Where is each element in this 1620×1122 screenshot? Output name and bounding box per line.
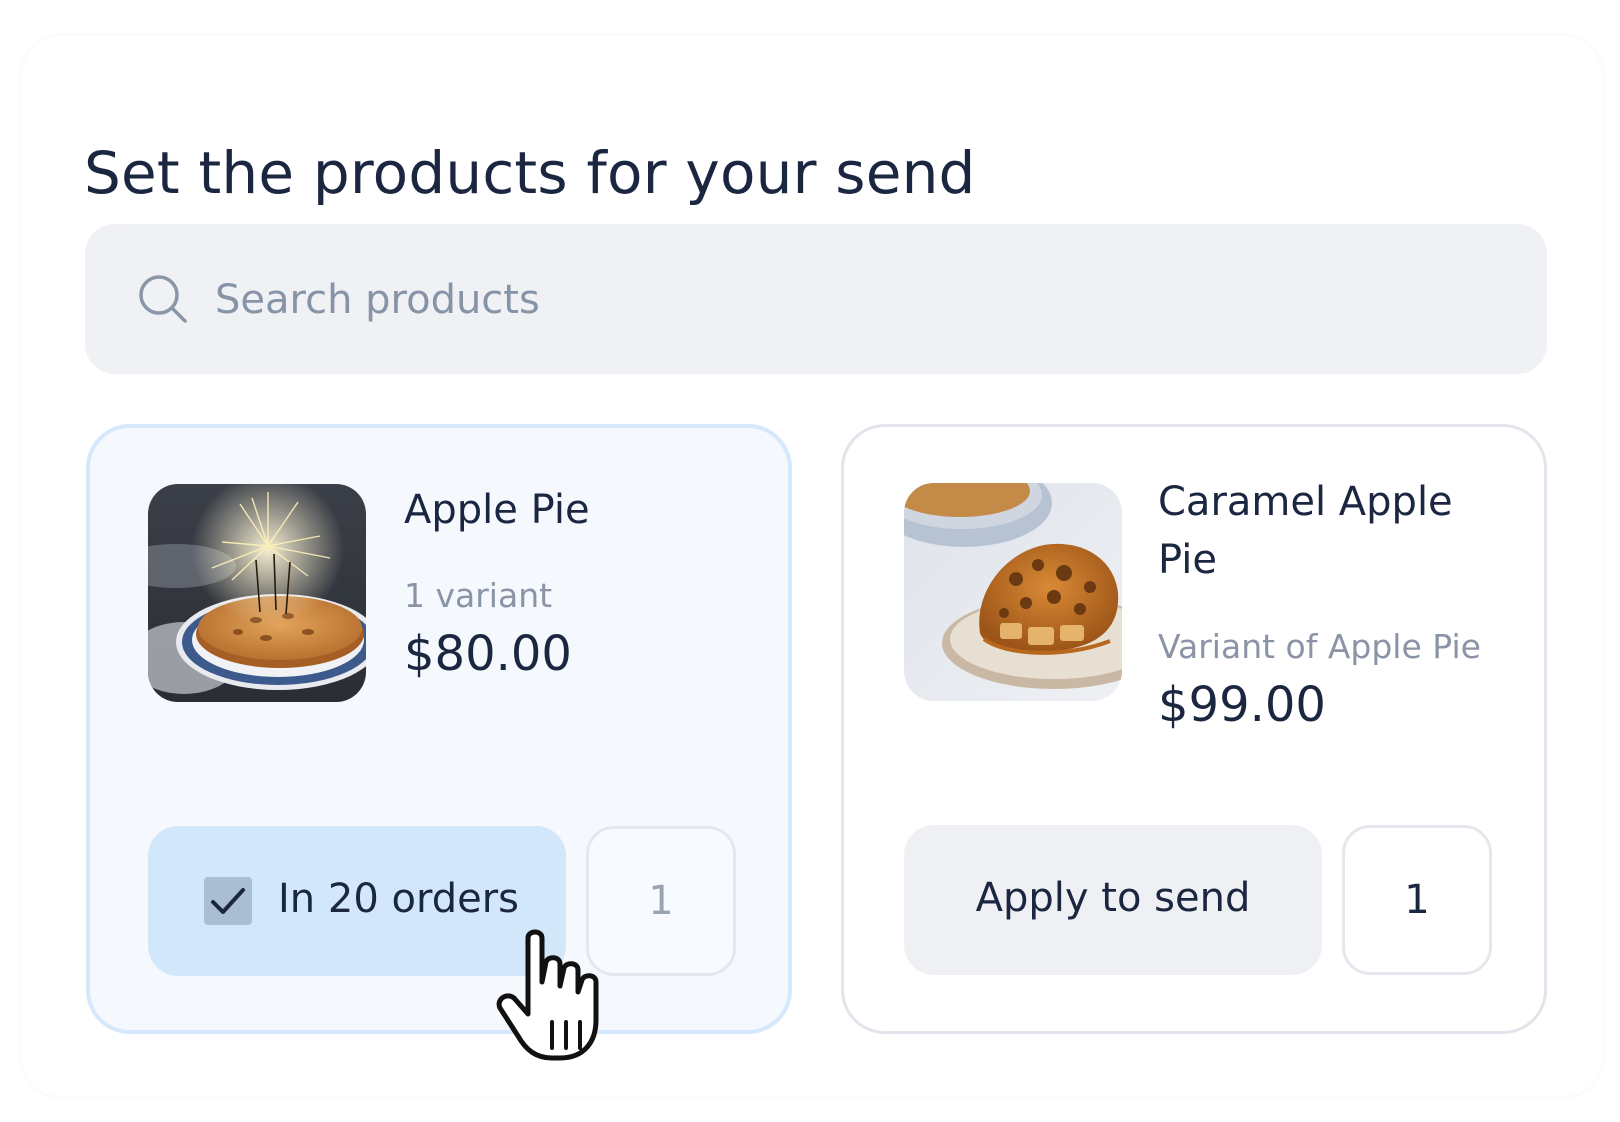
search-icon — [139, 275, 187, 323]
apple-pie-thumbnail — [148, 484, 366, 702]
apply-to-send-button[interactable]: Apply to send — [904, 825, 1322, 975]
apply-to-send-label: Apply to send — [975, 875, 1251, 921]
quantity-input[interactable] — [1342, 825, 1492, 975]
search-bar[interactable] — [85, 224, 1547, 374]
product-name: Apple Pie — [404, 487, 590, 533]
in-orders-label: In 20 orders — [278, 876, 519, 922]
hand-pointer-cursor-icon — [496, 929, 599, 1061]
product-name: Caramel Apple Pie — [1158, 479, 1453, 583]
product-card-apple-pie[interactable]: Apple Pie 1 variant $80.00 In 20 orders — [86, 424, 792, 1034]
search-input[interactable] — [213, 264, 1467, 336]
product-price: $99.00 — [1158, 677, 1326, 733]
product-variants: 1 variant — [404, 576, 553, 615]
caramel-apple-pie-thumbnail — [904, 483, 1122, 701]
product-price: $80.00 — [404, 626, 572, 682]
product-card-caramel-apple-pie[interactable]: Caramel Apple Pie Variant of Apple Pie $… — [841, 424, 1547, 1034]
page-title: Set the products for your send — [84, 138, 976, 207]
product-variant-of: Variant of Apple Pie — [1158, 627, 1481, 666]
checkbox-checked-icon[interactable] — [204, 877, 252, 925]
